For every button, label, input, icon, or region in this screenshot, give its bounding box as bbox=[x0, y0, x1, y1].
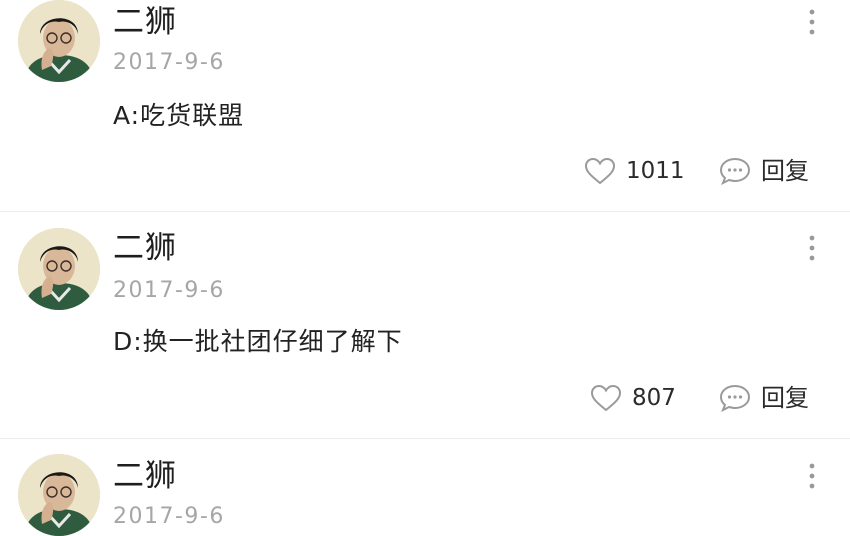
more-options-icon[interactable] bbox=[800, 230, 824, 266]
comment-text: D:换一批社团仔细了解下 bbox=[113, 327, 403, 356]
more-options-icon[interactable] bbox=[800, 4, 824, 40]
comment-date: 2017-9-6 bbox=[113, 278, 225, 303]
speech-bubble-icon[interactable] bbox=[719, 157, 751, 186]
reply-button[interactable]: 回复 bbox=[761, 384, 809, 412]
like-count: 1011 bbox=[626, 158, 685, 184]
heart-outline-icon[interactable] bbox=[590, 384, 622, 412]
reply-button[interactable]: 回复 bbox=[761, 157, 809, 185]
avatar[interactable] bbox=[18, 228, 100, 310]
comment-date: 2017-9-6 bbox=[113, 504, 225, 529]
more-options-icon[interactable] bbox=[800, 458, 824, 494]
comment-item: 二狮 2017-9-6 bbox=[0, 438, 850, 536]
speech-bubble-icon[interactable] bbox=[719, 384, 751, 413]
username[interactable]: 二狮 bbox=[113, 458, 177, 494]
username[interactable]: 二狮 bbox=[113, 230, 177, 266]
comment-date: 2017-9-6 bbox=[113, 50, 225, 75]
avatar[interactable] bbox=[18, 454, 100, 536]
heart-outline-icon[interactable] bbox=[584, 157, 616, 185]
avatar[interactable] bbox=[18, 0, 100, 82]
comment-item: 二狮 2017-9-6 D:换一批社团仔细了解下 807 回复 bbox=[0, 212, 850, 438]
username[interactable]: 二狮 bbox=[113, 4, 177, 40]
comment-text: A:吃货联盟 bbox=[113, 101, 245, 130]
like-count: 807 bbox=[632, 385, 676, 411]
comment-item: 二狮 2017-9-6 A:吃货联盟 1011 回复 bbox=[0, 0, 850, 211]
